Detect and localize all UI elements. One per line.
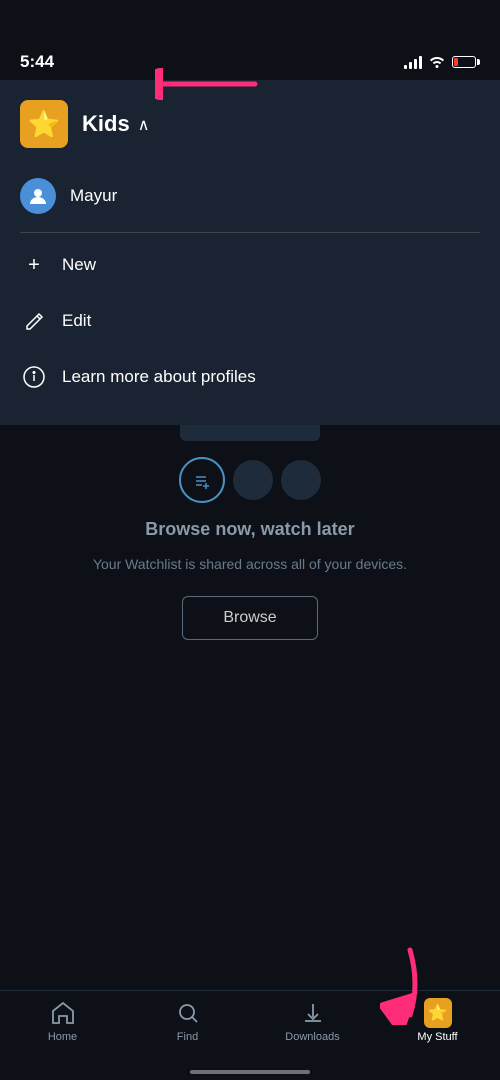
info-svg: [22, 365, 46, 389]
mystuff-arrow-indicator: [380, 945, 440, 1030]
wifi-svg: [428, 54, 446, 68]
home-label: Home: [48, 1031, 77, 1043]
edit-svg: [23, 310, 45, 332]
battery-icon: [452, 56, 480, 68]
download-svg: [301, 1001, 325, 1025]
wifi-icon: [428, 54, 446, 71]
divider: [20, 232, 480, 233]
status-time: 5:44: [20, 52, 54, 72]
battery-fill: [454, 58, 458, 66]
nav-item-find[interactable]: Find: [125, 999, 250, 1043]
signal-bar-4: [419, 56, 422, 69]
search-svg: [176, 1001, 200, 1025]
watchlist-icons: [179, 457, 321, 503]
new-action-item[interactable]: + New: [0, 237, 500, 293]
edit-label: Edit: [62, 311, 91, 331]
browse-button[interactable]: Browse: [182, 596, 317, 640]
new-label: New: [62, 255, 96, 275]
downloads-label: Downloads: [285, 1031, 339, 1043]
kids-avatar: ⭐: [20, 100, 68, 148]
battery-tip: [477, 59, 480, 65]
home-indicator: [190, 1070, 310, 1074]
pink-arrow-svg: [155, 68, 265, 100]
home-svg: [50, 1001, 76, 1025]
download-icon: [299, 999, 327, 1027]
battery-body: [452, 56, 476, 68]
mayur-name: Mayur: [70, 186, 117, 206]
nav-item-downloads[interactable]: Downloads: [250, 999, 375, 1043]
mayur-avatar: [20, 178, 56, 214]
add-list-svg: [192, 470, 212, 490]
circle-placeholder-2: [281, 460, 321, 500]
learn-more-action-item[interactable]: Learn more about profiles: [0, 349, 500, 405]
edit-icon: [20, 307, 48, 335]
home-icon: [49, 999, 77, 1027]
mayur-avatar-icon: [28, 186, 48, 206]
find-label: Find: [177, 1031, 198, 1043]
watchlist-subtitle: Your Watchlist is shared across all of y…: [93, 556, 407, 572]
kids-arrow-indicator: [155, 68, 265, 105]
signal-bar-1: [404, 65, 407, 69]
chevron-up-icon: ∧: [138, 115, 150, 135]
signal-bar-2: [409, 62, 412, 69]
circle-placeholder-1: [233, 460, 273, 500]
kids-name: Kids: [82, 111, 130, 137]
kids-name-row: Kids ∧: [82, 111, 149, 137]
edit-action-item[interactable]: Edit: [0, 293, 500, 349]
signal-bar-3: [414, 59, 417, 69]
mystuff-label: My Stuff: [417, 1031, 457, 1043]
mayur-profile-item[interactable]: Mayur: [0, 164, 500, 228]
search-icon: [174, 999, 202, 1027]
nav-item-home[interactable]: Home: [0, 999, 125, 1043]
learn-more-label: Learn more about profiles: [62, 367, 256, 387]
new-icon: +: [20, 251, 48, 279]
status-icons: [404, 54, 480, 71]
info-icon: [20, 363, 48, 391]
watchlist-title: Browse now, watch later: [145, 519, 354, 540]
add-to-list-icon: [179, 457, 225, 503]
signal-bars: [404, 55, 422, 69]
mystuff-arrow-svg: [380, 945, 440, 1025]
